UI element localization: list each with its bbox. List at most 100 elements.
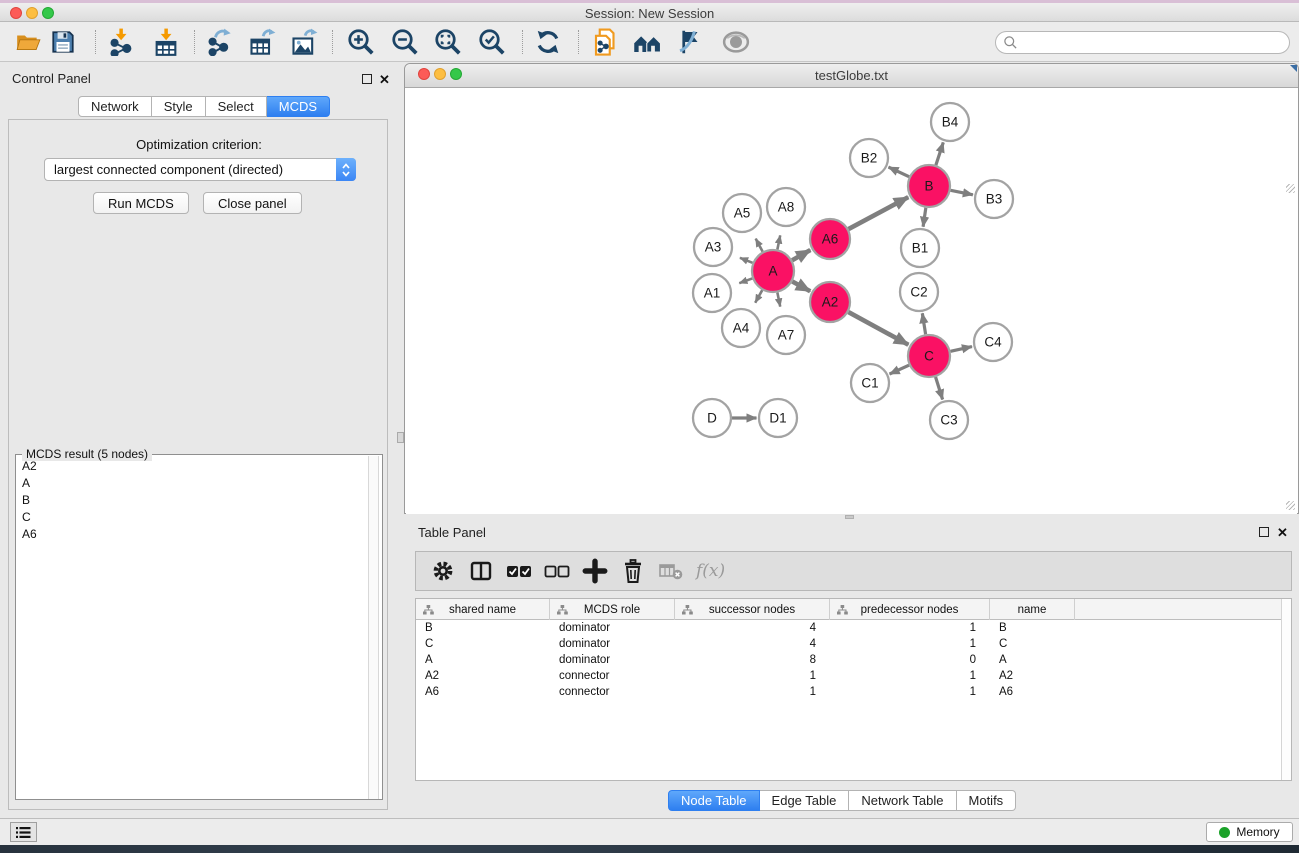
edge-A-A3[interactable] <box>740 258 753 263</box>
panel-splitter-handle[interactable] <box>397 432 404 443</box>
tab-network[interactable]: Network <box>78 96 152 117</box>
mcds-result-item[interactable]: B <box>17 491 369 508</box>
columns-icon[interactable] <box>462 554 500 588</box>
deselect-all-icon[interactable] <box>538 554 576 588</box>
zoom-out-icon[interactable] <box>388 26 422 58</box>
select-all-icon[interactable] <box>500 554 538 588</box>
export-image-icon[interactable] <box>287 26 321 58</box>
table-scrollbar[interactable] <box>1281 599 1291 780</box>
mcds-result-item[interactable]: C <box>17 509 369 526</box>
node-C4[interactable]: C4 <box>974 323 1012 361</box>
edge-C-C2[interactable] <box>922 313 925 334</box>
float-table-panel-icon[interactable] <box>1259 527 1269 537</box>
tab-node-table[interactable]: Node Table <box>668 790 760 811</box>
refresh-icon[interactable] <box>531 26 565 58</box>
close-table-panel-icon[interactable]: ✕ <box>1277 525 1288 541</box>
table-row[interactable]: Bdominator41B <box>416 620 1291 636</box>
edge-A-A4[interactable] <box>755 290 762 303</box>
export-table-icon[interactable] <box>245 26 279 58</box>
node-B[interactable]: B <box>908 165 950 207</box>
mcds-result-item[interactable]: A6 <box>17 526 369 543</box>
network-graph[interactable]: B4B2BB3A5A8A6A3B1AA1C2A2A4A7C4CC1C3DD1 <box>406 89 1297 514</box>
close-panel-button[interactable]: Close panel <box>203 192 302 214</box>
edge-A-A8[interactable] <box>777 235 780 249</box>
memory-button[interactable]: Memory <box>1206 822 1293 842</box>
node-C3[interactable]: C3 <box>930 401 968 439</box>
zoom-fit-icon[interactable] <box>431 26 465 58</box>
edge-A-A5[interactable] <box>756 239 763 252</box>
node-D1[interactable]: D1 <box>759 399 797 437</box>
edge-C-C1[interactable] <box>890 365 909 374</box>
import-network-icon[interactable] <box>104 26 138 58</box>
edge-A-A2[interactable] <box>792 282 810 292</box>
gear-icon[interactable] <box>424 554 462 588</box>
edge-A-A6[interactable] <box>792 250 810 260</box>
delete-column-icon[interactable] <box>614 554 652 588</box>
edge-B-B2[interactable] <box>888 167 909 177</box>
search-box[interactable] <box>995 31 1290 54</box>
save-session-icon[interactable] <box>46 26 80 58</box>
column-header-MCDS-role[interactable]: MCDS role <box>550 599 675 620</box>
network-canvas[interactable]: B4B2BB3A5A8A6A3B1AA1C2A2A4A7C4CC1C3DD1 <box>406 89 1297 514</box>
node-A[interactable]: A <box>752 250 794 292</box>
search-input[interactable] <box>1022 36 1272 50</box>
edge-C-C4[interactable] <box>950 347 972 352</box>
node-A8[interactable]: A8 <box>767 188 805 226</box>
node-D[interactable]: D <box>693 399 731 437</box>
tab-network-table[interactable]: Network Table <box>849 790 956 811</box>
column-header-shared-name[interactable]: shared name <box>416 599 550 620</box>
add-column-icon[interactable] <box>576 554 614 588</box>
table-row[interactable]: A6connector11A6 <box>416 684 1291 700</box>
table-row[interactable]: A2connector11A2 <box>416 668 1291 684</box>
export-network-icon[interactable] <box>202 26 236 58</box>
column-header-name[interactable]: name <box>990 599 1075 620</box>
column-header-successor-nodes[interactable]: successor nodes <box>675 599 830 620</box>
close-panel-icon[interactable]: ✕ <box>379 72 390 88</box>
node-B4[interactable]: B4 <box>931 103 969 141</box>
node-A7[interactable]: A7 <box>767 316 805 354</box>
table-row[interactable]: Cdominator41C <box>416 636 1291 652</box>
node-A3[interactable]: A3 <box>694 228 732 266</box>
first-neighbors-icon[interactable] <box>631 26 665 58</box>
task-history-button[interactable] <box>10 822 37 842</box>
edge-B-B1[interactable] <box>923 208 926 227</box>
edge-A-A7[interactable] <box>777 293 780 307</box>
node-A1[interactable]: A1 <box>693 274 731 312</box>
tab-select[interactable]: Select <box>206 96 267 117</box>
edge-C-C3[interactable] <box>936 377 943 399</box>
zoom-in-icon[interactable] <box>344 26 378 58</box>
mcds-result-item[interactable]: A <box>17 474 369 491</box>
edge-B-B3[interactable] <box>951 190 973 194</box>
edge-A-A1[interactable] <box>739 278 752 283</box>
tab-style[interactable]: Style <box>152 96 206 117</box>
edge-B-B4[interactable] <box>936 142 943 165</box>
node-C2[interactable]: C2 <box>900 273 938 311</box>
column-header-predecessor-nodes[interactable]: predecessor nodes <box>830 599 990 620</box>
zoom-selected-icon[interactable] <box>475 26 509 58</box>
edge-A6-B[interactable] <box>849 197 909 229</box>
node-C[interactable]: C <box>908 335 950 377</box>
flag-slash-icon[interactable] <box>673 26 707 58</box>
table-row[interactable]: Adominator80A <box>416 652 1291 668</box>
clone-network-icon[interactable] <box>589 26 623 58</box>
node-table[interactable]: shared nameMCDS rolesuccessor nodesprede… <box>415 598 1292 781</box>
resize-grip-icon[interactable] <box>1286 184 1295 193</box>
tab-mcds[interactable]: MCDS <box>267 96 330 117</box>
node-C1[interactable]: C1 <box>851 364 889 402</box>
float-panel-icon[interactable] <box>362 74 372 84</box>
node-A5[interactable]: A5 <box>723 194 761 232</box>
edge-A2-C[interactable] <box>848 312 908 345</box>
run-mcds-button[interactable]: Run MCDS <box>93 192 189 214</box>
import-table-icon[interactable] <box>149 26 183 58</box>
node-A6[interactable]: A6 <box>810 219 850 259</box>
node-B2[interactable]: B2 <box>850 139 888 177</box>
open-file-icon[interactable] <box>11 26 45 58</box>
node-A4[interactable]: A4 <box>722 309 760 347</box>
node-B3[interactable]: B3 <box>975 180 1013 218</box>
tab-motifs[interactable]: Motifs <box>957 790 1017 811</box>
resize-grip-icon[interactable] <box>1286 501 1295 510</box>
tab-edge-table[interactable]: Edge Table <box>760 790 850 811</box>
node-A2[interactable]: A2 <box>810 282 850 322</box>
mcds-list-scrollbar[interactable] <box>368 456 379 799</box>
eye-icon[interactable] <box>719 26 753 58</box>
